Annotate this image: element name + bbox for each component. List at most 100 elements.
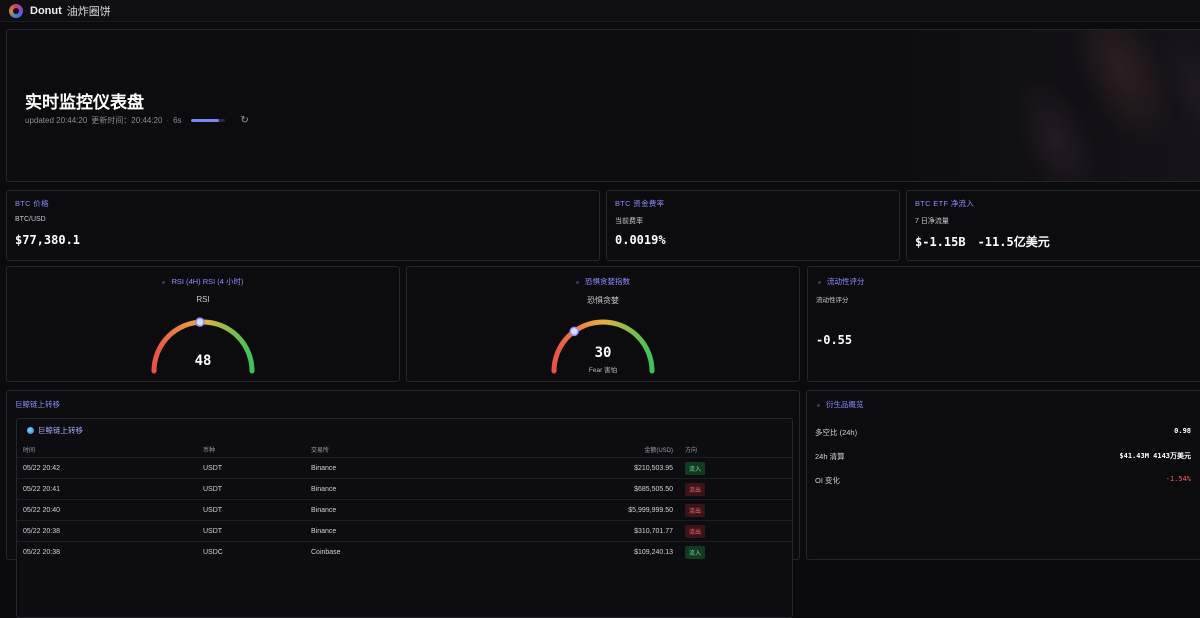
column-coin[interactable]: 币种 [197,441,305,458]
title-dot-icon [817,403,820,407]
countdown-text: 6s [173,116,182,125]
liquidity-value: -0.55 [816,333,853,347]
whale-transfers-title: 巨鲸链上转移 [15,400,60,409]
separator: · [166,116,170,125]
column-exchange[interactable]: 交易所 [305,441,477,458]
brand-name[interactable]: Donut [30,5,62,17]
cell-direction: 流入 [679,457,792,479]
title-dot-icon [576,280,579,284]
cell-direction: 流出 [679,520,792,542]
cell-amount: $685,505.50 [477,478,679,500]
liquidity-sub: 流动性评分 [816,297,849,304]
liquidity-card: 流动性评分 流动性评分 -0.55 [807,266,1200,382]
cell-coin: USDT [197,478,305,500]
btc-price-title: BTC 价格 [15,199,49,208]
oi-change-value: -1.54% [1165,475,1191,483]
btc-price-card: BTC 价格 BTC/USD $77,380.1 [6,190,600,261]
cell-coin: USDT [197,457,305,479]
fear-greed-card: 恐惧贪婪指数 恐惧贪婪 30 Fear 害怕 [406,266,800,382]
cell-time: 05/22 20:41 [17,478,197,500]
etf-flow-title: BTC ETF 净流入 [915,199,975,208]
column-amount[interactable]: 金额(USD) [477,441,679,458]
outflow-badge: 流出 [685,503,706,517]
liquidity-title: 流动性评分 [818,276,865,287]
whale-transfers-table: 时间 币种 交易所 金额(USD) 方向 05/22 20:42 USDT Bina… [17,441,792,562]
derivatives-title: 衍生品概览 [817,399,864,410]
long-short-value: 0.98 [1174,427,1191,435]
fear-greed-gauge-marker [569,326,579,337]
cell-amount: $210,503.95 [477,457,679,479]
oi-change-row: OI 变化 -1.54% [815,475,1191,486]
cell-coin: USDT [197,520,305,542]
cell-coin: USDT [197,499,305,521]
long-short-row: 多空比 (24h) 0.98 [815,427,1191,438]
long-short-label: 多空比 (24h) [815,428,858,437]
countdown-progress-fill [190,119,220,122]
rsi-title: RSI (4H) RSI (4 小时) [7,276,399,287]
table-header-row: 时间 币种 交易所 金额(USD) 方向 [17,441,792,458]
cell-direction: 流出 [679,499,792,521]
funding-rate-value: 0.0019% [615,233,666,247]
donut-logo-icon[interactable] [9,3,23,18]
cell-time: 05/22 20:42 [17,457,197,479]
update-status: updated 20:44:20 更新时间：20:44:20 · 6s ↻ [25,115,249,126]
hero-panel: 实时监控仪表盘 updated 20:44:20 更新时间：20:44:20 ·… [6,29,1200,182]
cell-time: 05/22 20:38 [17,520,197,542]
brand-name-cn[interactable]: 油炸圈饼 [67,3,111,19]
whale-transfers-card: 巨鲸链上转移 巨鲸链上转移 时间 币种 交易所 金额(USD) 方向 05/22… [6,390,800,618]
top-bar: Donut 油炸圈饼 [0,0,1200,22]
table-row[interactable]: 05/22 20:41 USDT Binance $685,505.50 流出 [17,478,792,500]
whale-icon [27,427,34,434]
cell-exchange: Binance [305,520,477,542]
etf-flow-usd: $-1.15B [915,235,966,249]
cell-exchange: Binance [305,478,477,500]
countdown-progress [190,119,225,122]
table-row[interactable]: 05/22 20:40 USDT Binance $5,999,999.50 流出 [17,499,792,521]
table-row[interactable]: 05/22 20:42 USDT Binance $210,503.95 流入 [17,457,792,479]
whale-transfers-panel: 巨鲸链上转移 时间 币种 交易所 金额(USD) 方向 05/22 20:42 U… [16,418,793,618]
liquidation-label: 24h 清算 [815,452,845,461]
updated-label: updated 20:44:20 [25,116,88,125]
fear-greed-title: 恐惧贪婪指数 [407,276,799,287]
liquidation-value: $41.43M 4143万美元 [1119,452,1191,460]
whale-panel-title: 巨鲸链上转移 [27,425,83,436]
inflow-badge: 流入 [685,545,706,559]
fear-greed-value: 30 [594,345,612,361]
funding-rate-title: BTC 资金费率 [615,199,665,208]
table-row[interactable]: 05/22 20:38 USDT Binance $310,701.77 流出 [17,520,792,542]
cell-exchange: Binance [305,457,477,479]
refresh-icon[interactable]: ↻ [241,115,249,126]
rsi-gauge-marker [195,317,205,327]
etf-flow-cn: -11.5亿美元 [977,235,1050,249]
hero-decoration [901,30,1200,181]
outflow-badge: 流出 [685,524,706,538]
title-dot-icon [818,280,821,284]
rsi-label: RSI [196,295,210,304]
etf-flow-value: $-1.15B -11.5亿美元 [915,233,1062,250]
column-direction[interactable]: 方向 [679,441,792,458]
derivatives-card: 衍生品概览 多空比 (24h) 0.98 24h 清算 $41.43M 4143… [806,390,1200,560]
funding-rate-card: BTC 资金费率 当前费率 0.0019% [606,190,900,261]
cell-time: 05/22 20:40 [17,499,197,521]
rsi-card: RSI (4H) RSI (4 小时) RSI 48 [6,266,400,382]
cell-amount: $5,999,999.50 [477,499,679,521]
inflow-badge: 流入 [685,461,706,475]
etf-flow-sub: 7 日净流量 [915,218,949,225]
updated-label-cn: 更新时间：20:44:20 [91,116,163,125]
cell-direction: 流出 [679,478,792,500]
liquidation-row: 24h 清算 $41.43M 4143万美元 [815,451,1191,462]
outflow-badge: 流出 [685,482,706,496]
cell-amount: $310,701.77 [477,520,679,542]
etf-flow-card: BTC ETF 净流入 7 日净流量 $-1.15B -11.5亿美元 [906,190,1200,261]
title-dot-icon [162,280,166,284]
fear-greed-label: 恐惧贪婪 [587,296,619,305]
rsi-value: 48 [194,353,212,369]
fear-greed-caption: Fear 害怕 [588,367,618,374]
column-time[interactable]: 时间 [17,441,197,458]
cell-exchange: Binance [305,499,477,521]
page-title: 实时监控仪表盘 [25,93,144,112]
btc-price-value: $77,380.1 [15,233,81,247]
funding-rate-sub: 当前费率 [615,218,643,225]
btc-price-pair: BTC/USD [15,216,46,223]
oi-change-label: OI 变化 [815,476,841,485]
